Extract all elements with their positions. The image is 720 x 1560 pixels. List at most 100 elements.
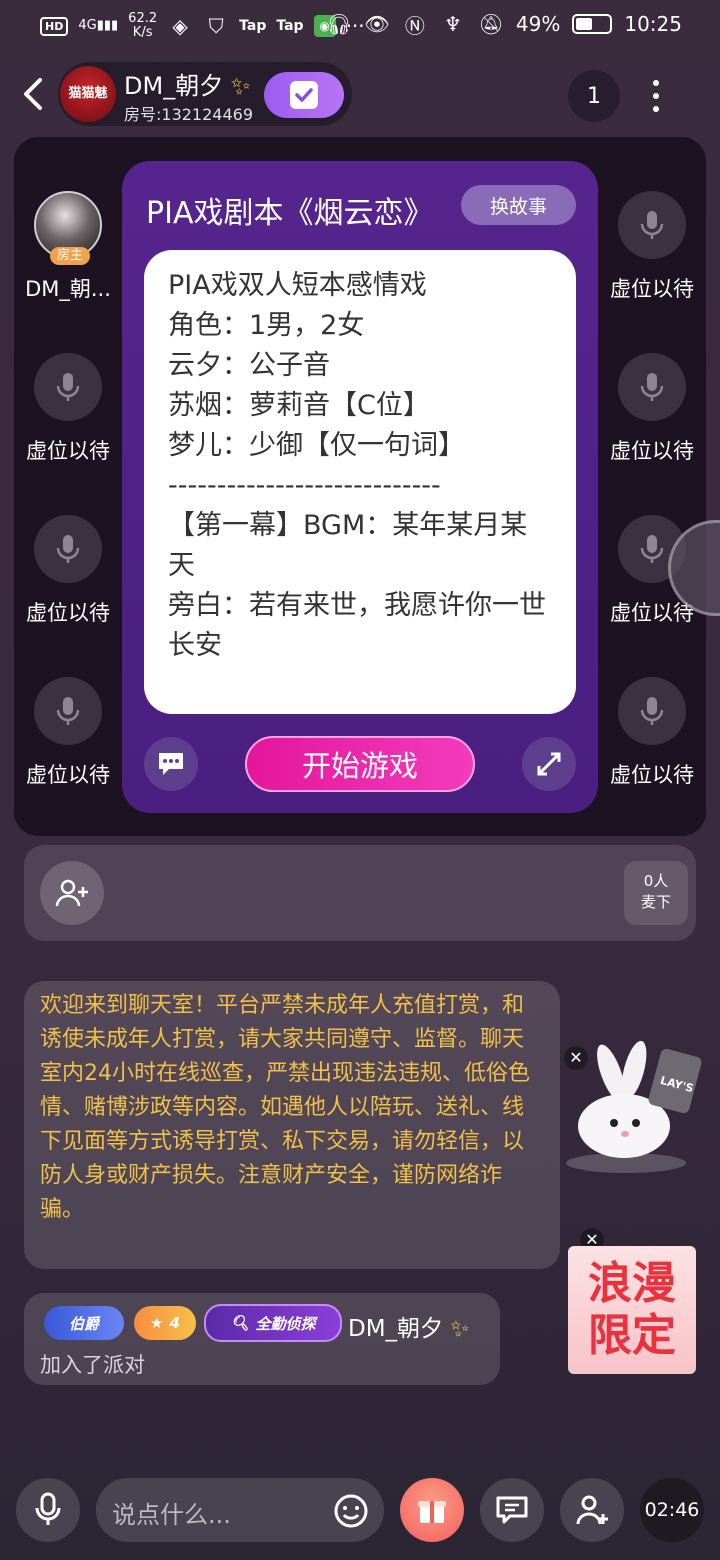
gift-button[interactable] <box>400 1478 464 1542</box>
script-chat-button[interactable] <box>144 737 198 791</box>
add-user-icon <box>55 879 88 907</box>
nfc-icon: Ⓝ <box>404 13 425 38</box>
microphone-button[interactable] <box>16 1478 80 1542</box>
battery-percent: 49% <box>515 12 561 36</box>
queue-count-number: 0人 <box>643 872 669 890</box>
seat-label: 虚位以待 <box>610 277 694 301</box>
seat-label: 虚位以待 <box>610 763 694 787</box>
check-in-button[interactable] <box>264 72 344 118</box>
clock: 10:25 <box>624 12 682 36</box>
online-count-button[interactable]: 1 <box>568 70 620 122</box>
mic-icon <box>618 353 686 421</box>
add-user-button[interactable] <box>40 861 104 925</box>
eye-icon: 👁︎ <box>364 12 390 36</box>
mic-icon <box>618 191 686 259</box>
seat-right-2[interactable]: 虚位以待 <box>597 353 707 465</box>
more-menu-icon[interactable] <box>636 70 676 122</box>
room-avatar[interactable]: 猫猫魅 <box>60 66 116 122</box>
mic-status-icon: ♆ <box>443 12 462 36</box>
join-user-name-text: DM_朝夕 <box>348 1316 444 1342</box>
join-text: 加入了派对 <box>40 1353 145 1377</box>
hd-icon: HD <box>40 16 69 36</box>
status-bar: HD 4G▮▮▮ 62.2 K/s ◈ ⛉ Tap Tap ◉ ··· 🎧︎ 👁︎… <box>0 0 720 52</box>
room-name: DM_朝夕 ✨︎ <box>124 66 251 101</box>
seat-right-4[interactable]: 虚位以待 <box>597 677 707 789</box>
net-speed: 62.2 K/s <box>128 11 158 40</box>
countdown-timer[interactable]: 02:46 <box>640 1478 704 1542</box>
back-button[interactable] <box>18 74 48 114</box>
script-line: 角色：1男，2女 <box>168 310 365 341</box>
magnifier-icon: 🔍︎ <box>230 1314 250 1332</box>
seat-left-4[interactable]: 虚位以待 <box>13 677 123 789</box>
queue-count-label: 麦下 <box>640 893 671 911</box>
emoji-button[interactable] <box>332 1492 370 1530</box>
script-line: ---------------------------- <box>168 470 441 501</box>
seat-label: 虚位以待 <box>26 439 110 463</box>
seat-label: 虚位以待 <box>26 763 110 787</box>
gift-icon <box>418 1501 446 1523</box>
script-line: 苏烟：萝莉音【C位】 <box>168 390 430 421</box>
taptap-icon-2: Tap <box>276 18 304 34</box>
badge-detective-label: 全勤侦探 <box>255 1314 316 1333</box>
message-input-placeholder: 说点什么... <box>112 1501 231 1529</box>
seat-left-3[interactable]: 虚位以待 <box>13 515 123 627</box>
seat-label: 虚位以待 <box>610 439 694 463</box>
room-id: 房号:132124469 <box>124 105 254 124</box>
romance-line-1: 浪漫 <box>588 1258 676 1309</box>
script-line: 【第一幕】BGM：某年某月某天 <box>168 510 528 581</box>
host-avatar: 房主 <box>34 191 102 265</box>
sparkle-icon: ✨︎ <box>450 1316 470 1342</box>
romance-promo[interactable]: 浪漫 限定 <box>568 1246 696 1374</box>
badge-count: 伯爵 <box>44 1306 124 1340</box>
queue-count[interactable]: 0人 麦下 <box>624 861 688 925</box>
expand-button[interactable] <box>522 737 576 791</box>
mute-bell-icon: 🔕︎ <box>478 12 504 36</box>
host-name: DM_朝... <box>25 277 111 301</box>
badge-detective: 🔍︎ 全勤侦探 <box>204 1304 342 1342</box>
mic-icon <box>34 353 102 421</box>
headphones-icon: 🎧︎ <box>326 12 352 36</box>
seat-host[interactable]: 房主 DM_朝... <box>13 191 123 303</box>
bunny-promo[interactable]: ✕ LAY'S <box>556 1038 706 1178</box>
mic-icon <box>34 515 102 583</box>
swap-story-button[interactable]: 换故事 <box>461 185 576 225</box>
signal-icon: 4G▮▮▮ <box>78 18 119 33</box>
script-line: 梦儿：少御【仅一句词】 <box>168 430 465 461</box>
shield-icon: ⛉ <box>208 14 224 38</box>
room-name-text: DM_朝夕 <box>124 72 224 100</box>
close-icon[interactable]: ✕ <box>564 1046 588 1070</box>
invite-button[interactable] <box>560 1478 624 1542</box>
expand-icon <box>537 752 561 776</box>
romance-line-2: 限定 <box>588 1310 676 1361</box>
status-left: HD 4G▮▮▮ 62.2 K/s ◈ ⛉ Tap Tap ◉ ··· <box>40 12 365 40</box>
mic-queue-bar <box>24 845 696 941</box>
status-right: 🎧︎ 👁︎ Ⓝ ♆ 🔕︎ 49% 10:25 <box>326 12 682 38</box>
script-line: PIA戏双人短本感情戏 <box>168 270 427 301</box>
badge-level-number: 4 <box>169 1314 180 1332</box>
chat-bubble-icon <box>159 753 183 775</box>
smiley-icon <box>334 1494 368 1528</box>
taptap-icon-1: Tap <box>239 18 267 34</box>
battery-icon <box>572 14 613 34</box>
message-icon <box>496 1496 528 1524</box>
mic-icon <box>34 677 102 745</box>
system-notice: 欢迎来到聊天室！平台严禁未成年人充值打赏，和诱使未成年人打赏，请大家共同遵守、监… <box>24 981 560 1269</box>
host-badge: 房主 <box>50 247 90 265</box>
add-person-icon <box>576 1495 608 1525</box>
star-icon: ★ <box>150 1314 164 1332</box>
mic-icon <box>618 677 686 745</box>
room-avatar-text: 猫猫魅 <box>68 86 108 101</box>
seat-right-1[interactable]: 虚位以待 <box>597 191 707 303</box>
start-game-button[interactable]: 开始游戏 <box>245 736 475 792</box>
seat-label: 虚位以待 <box>26 601 110 625</box>
chevron-left-icon <box>24 78 42 110</box>
microphone-icon <box>35 1492 61 1525</box>
seat-left-2[interactable]: 虚位以待 <box>13 353 123 465</box>
join-user-name[interactable]: DM_朝夕 ✨︎ <box>348 1309 469 1343</box>
chat-button[interactable] <box>480 1478 544 1542</box>
script-title: PIA戏剧本《烟云恋》 <box>146 196 434 231</box>
badge-level: ★ 4 <box>134 1306 196 1340</box>
sparkle-icon: ✨︎ <box>230 72 251 100</box>
script-content[interactable]: PIA戏双人短本感情戏 角色：1男，2女 云夕：公子音 苏烟：萝莉音【C位】 梦… <box>144 250 576 714</box>
badge-count-label: 伯爵 <box>68 1314 99 1333</box>
